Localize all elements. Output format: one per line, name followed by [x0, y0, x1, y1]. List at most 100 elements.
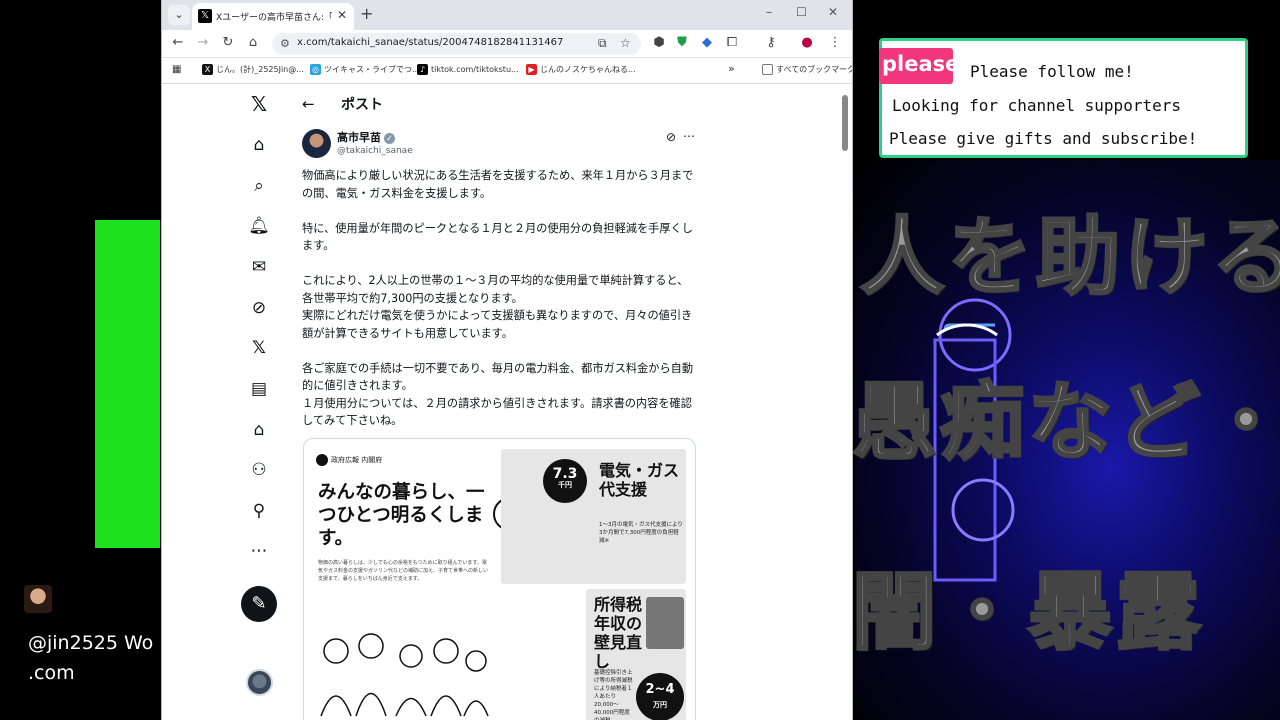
extension-3-icon[interactable]: ◆ [699, 35, 715, 50]
promo-line-1: Please follow me! [970, 62, 1134, 81]
lists-icon[interactable]: ▤ [248, 378, 270, 400]
reload-icon[interactable]: ↻ [220, 35, 236, 50]
bookmark-item-2[interactable]: ◎ ツイキャス・ライブでつ... [310, 64, 420, 75]
bookmark-star-icon[interactable]: ☆ [620, 36, 631, 50]
address-url: x.com/takaichi_sanae/status/200474818284… [297, 37, 564, 48]
profile-avatar-icon[interactable]: ● [799, 35, 815, 50]
browser-menu-icon[interactable]: ⋮ [827, 35, 843, 50]
apps-grid-icon[interactable]: ▦ [172, 64, 181, 75]
stream-handle-line2: .com [28, 662, 75, 684]
gov-logo-text: 政府広報 内閣府 [331, 456, 383, 464]
streamer-avatar [24, 585, 52, 613]
communities-icon[interactable]: ⚇ [248, 459, 270, 481]
energy-card-title: 電気・ガス代支援 [599, 461, 680, 499]
grok-explain-icon[interactable]: ⊘ [666, 130, 676, 144]
post-paragraph: １月使用分については、２月の請求から値引きされます。請求書の内容を確認してみて下… [302, 396, 692, 428]
extension-1-icon[interactable]: ⬢ [651, 35, 667, 50]
banner-text-2: 愚痴など・・・ [850, 372, 1280, 473]
x-favicon-icon: 𝕏 [198, 9, 212, 23]
bookmark-item-3[interactable]: ♪ tiktok.com/tiktokstu... [417, 64, 519, 75]
bookmark-label-3: tiktok.com/tiktokstu... [431, 65, 519, 74]
profile-icon[interactable]: ⚲ [248, 500, 270, 522]
install-app-icon[interactable]: ⧉ [598, 36, 607, 51]
author-name-text: 高市早苗 [337, 131, 381, 144]
bookmarks-bar: ▦ X じん。(計)_2525Jin@... ◎ ツイキャス・ライブでつ... ♪ t… [162, 58, 852, 84]
post-paragraph: 特に、使用量が年間のピークとなる１月と２月の使用分の負担軽減を手厚くします。 [302, 221, 693, 253]
bookmarks-overflow-icon[interactable]: » [728, 62, 735, 75]
promo-line-2: Looking for channel supporters [892, 96, 1181, 115]
compose-post-button[interactable]: ✎ [241, 586, 277, 622]
home-browser-icon[interactable]: ⌂ [245, 35, 261, 50]
gov-logo: 政府広報 内閣府 [316, 454, 382, 466]
all-bookmarks-folder[interactable]: すべてのブックマーク [762, 64, 853, 75]
banner-text-3: 闇・暴露 [850, 562, 1205, 663]
bell-icon[interactable]: 🔔︎ [248, 215, 270, 237]
green-screen-block [95, 220, 160, 548]
bookmark-label-2: ツイキャス・ライブでつ... [324, 65, 420, 74]
bookmark-icon[interactable]: ⌂ [248, 419, 270, 441]
twitcasting-icon: ◎ [310, 64, 321, 75]
author-handle[interactable]: @takaichi_sanae [337, 146, 413, 156]
author-avatar[interactable] [302, 129, 331, 158]
page-scrollbar[interactable] [842, 95, 848, 151]
tax-card-title: 所得税年収の壁見直し [594, 595, 643, 671]
active-tab[interactable]: 𝕏 Xユーザーの高市早苗さん:「物価高 ✕ [192, 3, 354, 30]
please-badge: please [879, 48, 959, 84]
x-premium-icon[interactable]: 𝕏 [248, 337, 270, 359]
minimize-button[interactable]: – [766, 5, 772, 19]
new-tab-icon[interactable]: + [360, 4, 373, 23]
folder-icon [762, 64, 773, 75]
infographic-headline: みんなの暮らし、一つひとつ明るくします。 [318, 482, 485, 549]
energy-badge-unit: 千円 [558, 481, 572, 489]
bookmark-item-4[interactable]: ▶ じんのノスケちゃんねる... [526, 64, 636, 75]
energy-badge-value: 7.3 [552, 466, 578, 482]
tab-title: Xユーザーの高市早苗さん:「物価高 [216, 13, 332, 23]
back-icon[interactable]: ← [170, 35, 186, 50]
account-avatar[interactable] [246, 669, 273, 696]
screen: { "stream": { "handle_line1": "@jin2525 … [0, 0, 1280, 720]
promo-panel: please Please follow me! Looking for cha… [879, 38, 1248, 158]
grok-icon[interactable]: ⊘ [248, 297, 270, 319]
home-icon[interactable]: ⌂ [248, 134, 270, 156]
infographic-body: 物価の高い暮らしは、少しでも心の余裕をもつために取り組んでいます。電気やガス料金… [318, 560, 489, 582]
tab-close-icon[interactable]: ✕ [337, 8, 347, 22]
post-paragraph: 物価高により厳しい状況にある生活者を支援するため、来年１月から３月までの間、電気… [302, 169, 694, 200]
more-icon[interactable]: ⋯ [248, 540, 270, 562]
x-logo-icon[interactable]: 𝕏 [248, 93, 270, 115]
energy-badge: 7.3 千円 [543, 459, 587, 503]
extension-2-icon[interactable]: ⛊ [674, 35, 690, 50]
all-bookmarks-label: すべてのブックマーク [776, 65, 853, 74]
bookmark-label-4: じんのノスケちゃんねる... [540, 65, 636, 74]
stream-handle-line1: @jin2525 Wo [28, 632, 154, 654]
tax-badge: 2~4 万円 [636, 673, 684, 720]
browser-toolbar: ← → ↻ ⌂ ⚙ x.com/takaichi_sanae/status/20… [162, 30, 852, 58]
close-window-button[interactable]: ✕ [828, 5, 838, 19]
energy-support-card: 7.3 千円 電気・ガス代支援 1～3月の電気・ガス代支援により3か月間で7,30… [501, 449, 686, 584]
mail-icon[interactable]: ✉ [248, 256, 270, 278]
bookmark-item-1[interactable]: X じん。(計)_2525Jin@... [202, 64, 304, 75]
promo-line-3: Please give gifts and subscribe! [889, 129, 1198, 148]
verified-badge-icon: ✓ [384, 132, 395, 144]
tab-search-dropdown-icon[interactable]: ⌄ [168, 5, 190, 25]
post-image[interactable]: 政府広報 内閣府 みんなの暮らし、一つひとつ明るくします。 物価の高い暮らしは、… [303, 438, 696, 720]
author-name[interactable]: 高市早苗 ✓ [337, 129, 395, 145]
post-paragraph: 実際にどれだけ電気を使うかによって支援額も異なりますので、月々の値引き額が計算で… [302, 309, 693, 340]
tiktok-icon: ♪ [417, 64, 428, 75]
x-page: 𝕏 ⌂ ⌕ 🔔︎ ✉ ⊘ 𝕏 ▤ ⌂ ⚇ ⚲ ⋯ ✎ ← ポスト 高市早苗 ✓ @… [162, 85, 852, 720]
extensions-puzzle-icon[interactable]: ⧠ [724, 35, 740, 50]
site-info-icon[interactable]: ⚙ [280, 37, 290, 50]
search-icon[interactable]: ⌕ [248, 175, 270, 197]
post-text: 物価高により厳しい状況にある生活者を支援するため、来年１月から３月までの間、電気… [302, 167, 697, 447]
forward-icon[interactable]: → [195, 35, 211, 50]
banner-text-1: 人を助ける [858, 207, 1280, 308]
bookmark-label-1: じん。(計)_2525Jin@... [216, 65, 304, 74]
browser-window: ⌄ 𝕏 Xユーザーの高市早苗さん:「物価高 ✕ + – ☐ ✕ ← → ↻ ⌂ … [161, 0, 853, 720]
post-more-icon[interactable]: ⋯ [683, 129, 695, 143]
tab-bar: ⌄ 𝕏 Xユーザーの高市早苗さん:「物価高 ✕ + – ☐ ✕ [162, 0, 852, 30]
maximize-button[interactable]: ☐ [796, 5, 807, 19]
password-key-icon[interactable]: ⚷ [763, 35, 779, 50]
back-arrow-icon[interactable]: ← [302, 95, 315, 113]
tax-badge-unit: 万円 [653, 701, 667, 709]
energy-card-sub: 1～3月の電気・ガス代支援により3か月間で7,300円程度の負担軽減※ [599, 522, 683, 544]
address-bar[interactable]: ⚙ x.com/takaichi_sanae/status/2004748182… [272, 33, 641, 55]
